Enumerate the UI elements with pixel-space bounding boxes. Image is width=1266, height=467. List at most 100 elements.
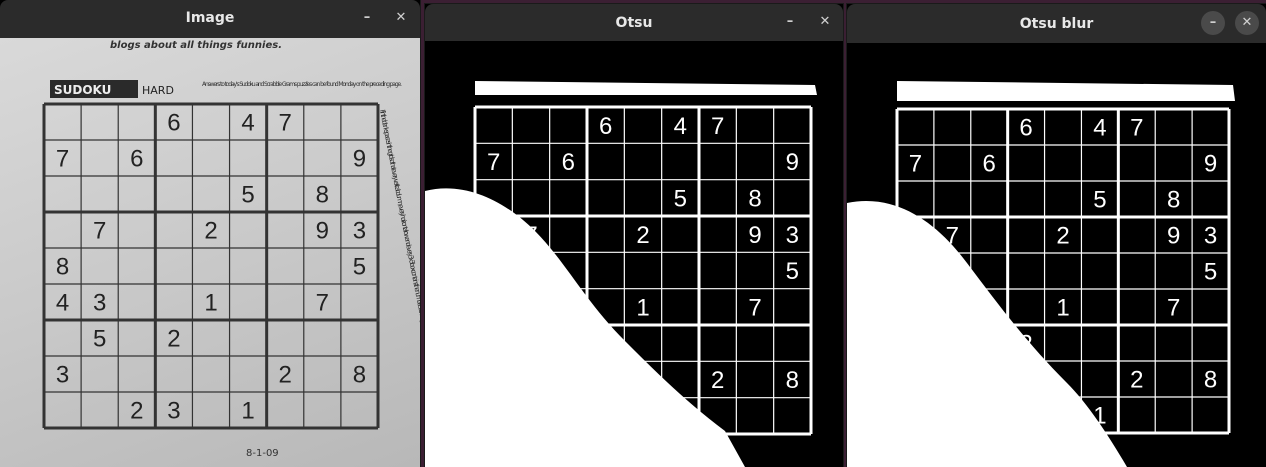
- sudoku-digit: 9: [1204, 151, 1217, 178]
- sudoku-digit: 7: [316, 290, 329, 317]
- image-titlebar[interactable]: Image – ✕: [0, 0, 420, 38]
- otsu-canvas: 64776958729385431752328231: [425, 41, 843, 467]
- sudoku-digit: 7: [487, 149, 500, 176]
- sudoku-digit: 4: [241, 110, 254, 137]
- sudoku-digit: 2: [1056, 223, 1069, 250]
- image-canvas: blogs about all things funnies. SUDOKU H…: [0, 38, 420, 467]
- sudoku-digit: 2: [562, 404, 575, 431]
- sudoku-digit: 6: [562, 149, 575, 176]
- sudoku-digit: 9: [353, 146, 366, 173]
- sudoku-digit: 5: [241, 182, 254, 209]
- sudoku-digit: 7: [748, 295, 761, 322]
- sudoku-digit: 2: [167, 326, 180, 353]
- sudoku-digit: 2: [204, 218, 217, 245]
- sudoku-digit: 1: [636, 295, 649, 322]
- close-icon[interactable]: ✕: [816, 14, 834, 29]
- minimize-icon[interactable]: –: [781, 14, 799, 29]
- sudoku-digit: 3: [946, 295, 959, 322]
- minimize-icon[interactable]: –: [1201, 11, 1225, 35]
- answers-note: Answers to today's Sudoku and Scrabble G…: [202, 81, 402, 88]
- sudoku-photo: blogs about all things funnies. SUDOKU H…: [42, 40, 420, 459]
- sudoku-digit: 9: [1167, 223, 1180, 250]
- sudoku-digit: 5: [524, 331, 537, 358]
- sudoku-digit: 8: [786, 367, 799, 394]
- sudoku-digit: 2: [279, 362, 292, 389]
- otsu-blur-canvas: 64776958729385431752328231: [847, 43, 1266, 467]
- sudoku-digit: 8: [1204, 367, 1217, 394]
- sudoku-digit: 5: [1093, 187, 1106, 214]
- sudoku-digit: 8: [1167, 187, 1180, 214]
- otsu-threshold-image: 6 4 77 6 95 87 2 9 38 54 3 1 75 23 2 82 3 1: [425, 81, 817, 467]
- sudoku-digit: 1: [674, 404, 687, 431]
- sudoku-digit: 3: [786, 222, 799, 249]
- sudoku-digit: 9: [316, 218, 329, 245]
- sudoku-digit: 2: [636, 222, 649, 249]
- sudoku-digit: 7: [524, 222, 537, 249]
- sudoku-digit: 8: [56, 254, 69, 281]
- sudoku-digit: 3: [353, 218, 366, 245]
- sudoku-digit: 7: [279, 110, 292, 137]
- sudoku-digit: 8: [748, 186, 761, 213]
- image-window: Image – ✕ blogs about all things funnies…: [0, 0, 420, 467]
- white-noise-region: [425, 188, 745, 467]
- sudoku-digit: 5: [353, 254, 366, 281]
- sudoku-digit: 2: [130, 398, 143, 425]
- sudoku-grid: 6 4 77 6 95 87 2 9 38 54 3 1 75 23 2 82 3 1: [42, 102, 380, 430]
- sudoku-digit: 6: [130, 146, 143, 173]
- sudoku-digit: 2: [1130, 367, 1143, 394]
- otsu-blur-image: 6 4 77 6 95 87 2 9 38 54 3 1 75 23 2 82 3 1: [847, 81, 1235, 467]
- sudoku-digit: 1: [1056, 295, 1069, 322]
- sudoku-digit: 6: [983, 151, 996, 178]
- minimize-icon[interactable]: –: [358, 10, 376, 25]
- otsu-window: Otsu – ✕ 64776958729385431752328231: [425, 4, 843, 467]
- sudoku-digit: 1: [1093, 403, 1106, 430]
- difficulty-label: HARD: [142, 84, 174, 97]
- side-instructions: Fill in the blank spaces in the grid so …: [378, 109, 420, 366]
- sudoku-digit: 3: [1204, 223, 1217, 250]
- sudoku-digit: 4: [487, 295, 500, 322]
- sudoku-digit: 8: [353, 362, 366, 389]
- sudoku-digit: 1: [241, 398, 254, 425]
- sudoku-digit: 5: [786, 258, 799, 285]
- close-icon[interactable]: ✕: [392, 10, 410, 25]
- otsu-titlebar[interactable]: Otsu – ✕: [425, 4, 843, 41]
- sudoku-digit: 3: [167, 398, 180, 425]
- sudoku-digit: 2: [983, 403, 996, 430]
- sudoku-digit: 3: [93, 290, 106, 317]
- sudoku-digit: 7: [909, 151, 922, 178]
- sudoku-digit: 6: [1019, 115, 1032, 142]
- sudoku-digit: 3: [909, 367, 922, 394]
- close-icon[interactable]: ✕: [1235, 11, 1259, 35]
- sudoku-digit: 7: [711, 113, 724, 140]
- otsu-blur-titlebar[interactable]: Otsu blur – ✕: [847, 4, 1266, 43]
- sudoku-digit: 3: [56, 362, 69, 389]
- paper-edge: [475, 81, 817, 95]
- sudoku-digit: 4: [909, 295, 922, 322]
- header-blurb: blogs about all things funnies.: [110, 40, 282, 51]
- sudoku-digit: 7: [946, 223, 959, 250]
- sudoku-digit: 7: [93, 218, 106, 245]
- sudoku-digit: 5: [946, 331, 959, 358]
- sudoku-digit: 5: [93, 326, 106, 353]
- otsu-blur-window: Otsu blur – ✕ 64776958729385431752328231: [847, 4, 1266, 467]
- sudoku-digit: 4: [1093, 115, 1106, 142]
- sudoku-digit: 6: [167, 110, 180, 137]
- sudoku-digit: 3: [524, 295, 537, 322]
- sudoku-digit: 6: [599, 113, 612, 140]
- sudoku-label: SUDOKU: [54, 83, 111, 97]
- sudoku-digit: 3: [487, 367, 500, 394]
- sudoku-digit: 9: [748, 222, 761, 249]
- sudoku-digit: 2: [711, 367, 724, 394]
- sudoku-digit: 1: [204, 290, 217, 317]
- sudoku-digit: 5: [674, 186, 687, 213]
- sudoku-digit: 8: [487, 258, 500, 285]
- sudoku-digit: 4: [674, 113, 687, 140]
- sudoku-digit: 2: [599, 331, 612, 358]
- sudoku-digit: 5: [1204, 259, 1217, 286]
- sudoku-digit: 7: [1167, 295, 1180, 322]
- sudoku-digit: 4: [56, 290, 69, 317]
- sudoku-digit: 8: [316, 182, 329, 209]
- sudoku-digit: 3: [1019, 403, 1032, 430]
- sudoku-digit: 8: [909, 259, 922, 286]
- window-title: Image: [185, 10, 235, 26]
